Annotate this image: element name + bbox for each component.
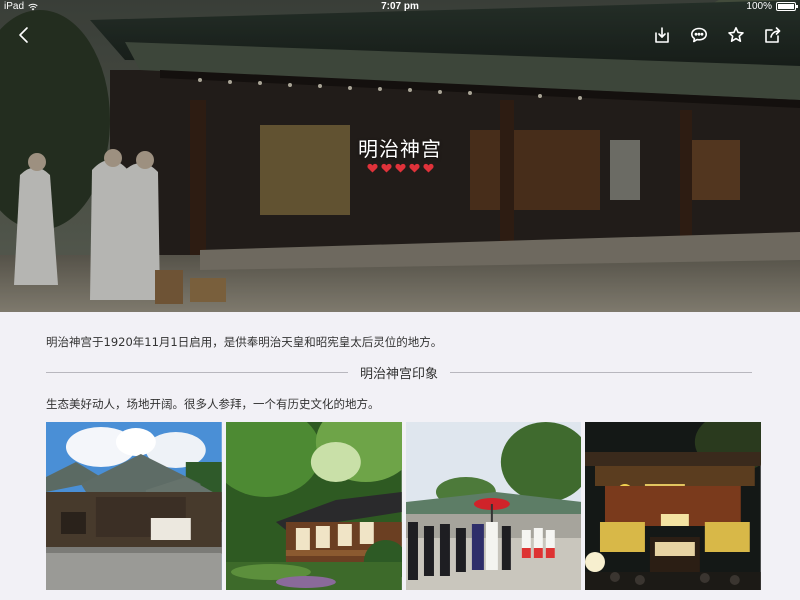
comment-icon <box>691 27 707 43</box>
download-button[interactable] <box>650 24 674 46</box>
share-button[interactable] <box>761 24 785 46</box>
heart-icon <box>408 163 420 173</box>
intro-text: 明治神宫于1920年11月1日启用，是供奉明治天皇和昭宪皇太后灵位的地方。 <box>46 335 443 349</box>
page-title: 明治神宫 <box>358 137 442 161</box>
status-bar: iPad 7:07 pm 100% <box>0 0 800 14</box>
heart-icon <box>422 163 434 173</box>
battery-percent: 100% <box>746 1 772 12</box>
screen: iPad 7:07 pm 100% 明治神宫 明治神宫于1920年11月1日启用… <box>0 0 800 600</box>
divider-right <box>450 371 753 373</box>
heart-icon <box>366 163 378 173</box>
content-panel: 明治神宫于1920年11月1日启用，是供奉明治天皇和昭宪皇太后灵位的地方。 明治… <box>0 312 800 600</box>
chevron-left-icon <box>19 27 28 43</box>
photo-gallery <box>46 422 761 590</box>
gallery-photo[interactable] <box>405 422 582 590</box>
download-icon <box>655 27 669 43</box>
description-text: 生态美好动人，场地开阔。很多人参拜，一个有历史文化的地方。 <box>46 397 380 411</box>
favorite-button[interactable] <box>724 24 748 46</box>
status-right: 100% <box>746 1 798 12</box>
garden-teahouse-photo <box>225 422 402 590</box>
share-icon <box>765 27 781 43</box>
night-gate-photo <box>585 422 761 590</box>
shrine-building-photo <box>46 422 222 590</box>
comment-button[interactable] <box>687 24 711 46</box>
heart-icon <box>380 163 392 173</box>
battery-icon <box>776 2 798 11</box>
heart-icon <box>394 163 406 173</box>
rating-hearts <box>0 163 800 173</box>
status-time: 7:07 pm <box>381 1 419 12</box>
back-button[interactable] <box>12 24 36 46</box>
section-header: 明治神宫印象 <box>46 362 753 382</box>
section-title: 明治神宫印象 <box>360 366 439 382</box>
gallery-photo[interactable] <box>585 422 761 590</box>
gallery-photo[interactable] <box>225 422 402 590</box>
divider-left <box>46 371 348 373</box>
wedding-procession-photo <box>405 422 582 590</box>
hero-image: iPad 7:07 pm 100% 明治神宫 <box>0 0 800 312</box>
gallery-photo[interactable] <box>46 422 222 590</box>
star-icon <box>728 27 744 42</box>
